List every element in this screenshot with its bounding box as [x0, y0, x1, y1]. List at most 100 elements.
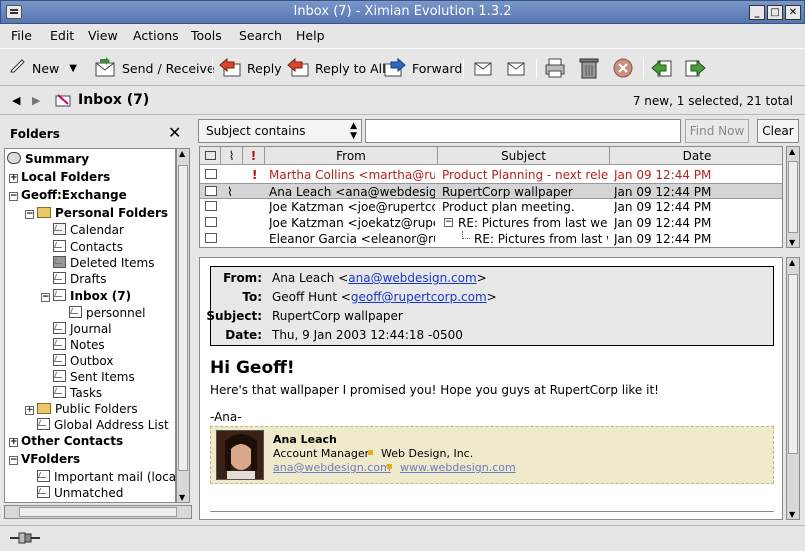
scroll-thumb[interactable]: [178, 165, 188, 471]
importance-column-header[interactable]: !: [243, 147, 265, 165]
scroll-up-icon[interactable]: ▲: [789, 147, 795, 156]
forward-button[interactable]: Forward: [384, 57, 462, 79]
sidebar-item-sent-items[interactable]: Sent Items: [53, 369, 135, 385]
delete-button[interactable]: [578, 57, 606, 79]
sidebar-item-journal[interactable]: Journal: [53, 321, 112, 337]
message-row[interactable]: Joe Katzman <joe@rupertcorp Product plan…: [200, 199, 782, 215]
expand-icon[interactable]: +: [9, 174, 18, 183]
sidebar-item-tasks[interactable]: Tasks: [53, 385, 102, 401]
scroll-thumb[interactable]: [788, 274, 798, 454]
clear-button[interactable]: Clear: [757, 119, 799, 143]
collapse-icon[interactable]: −: [9, 456, 18, 465]
from-email-link[interactable]: ana@webdesign.com: [348, 271, 476, 285]
message-row-selected[interactable]: ⌇ Ana Leach <ana@webdesign. RupertCorp w…: [200, 183, 782, 199]
folder-tree-scrollbar[interactable]: ▲ ▼: [176, 148, 190, 503]
scroll-down-icon[interactable]: ▼: [789, 510, 795, 519]
reply-all-button[interactable]: Reply to All: [287, 57, 386, 79]
envelope-icon: [205, 201, 217, 211]
status-column-header[interactable]: [200, 147, 221, 165]
sidebar-item-drafts[interactable]: Drafts: [53, 271, 107, 287]
message-list-scrollbar[interactable]: ▲ ▼: [786, 146, 800, 248]
folder-status: 7 new, 1 selected, 21 total: [632, 94, 793, 108]
expand-icon[interactable]: +: [25, 406, 34, 415]
sidebar-item-label: Outbox: [70, 354, 114, 368]
hscroll-thumb[interactable]: [19, 507, 177, 517]
arrow-right-icon: [684, 57, 706, 79]
menu-actions[interactable]: Actions: [133, 28, 179, 43]
sidebar-item-vfolders[interactable]: − VFolders: [9, 451, 80, 467]
sidebar-item-important-mail[interactable]: Important mail (local): [37, 469, 175, 485]
back-arrow-icon[interactable]: ◀: [12, 94, 20, 107]
menu-edit[interactable]: Edit: [50, 28, 74, 43]
print-button[interactable]: [544, 57, 572, 79]
thread-collapse-icon[interactable]: −: [444, 218, 453, 227]
subject-column-header[interactable]: Subject: [438, 147, 610, 165]
sidebar-item-unmatched[interactable]: Unmatched: [37, 485, 123, 501]
search-criteria-select[interactable]: Subject contains ▲ ▼: [198, 119, 362, 143]
sidebar-item-deleted-items[interactable]: Deleted Items: [53, 255, 154, 271]
reply-button[interactable]: Reply: [219, 57, 282, 79]
expand-icon[interactable]: +: [9, 438, 18, 447]
minimize-button[interactable]: _: [749, 5, 765, 20]
forward-arrow-icon[interactable]: ▶: [32, 94, 40, 107]
menu-file[interactable]: File: [11, 28, 32, 43]
from-column-header[interactable]: From: [265, 147, 438, 165]
preview-scrollbar[interactable]: ▲ ▼: [786, 257, 800, 520]
paperclip-icon: ⌇: [227, 185, 233, 199]
forward-label: Forward: [412, 60, 463, 76]
search-bar: Subject contains ▲ ▼ Find Now Clear: [198, 119, 803, 145]
address-book-icon: [37, 418, 50, 430]
send-receive-button[interactable]: Send / Receive: [94, 57, 215, 79]
sidebar-item-personal-folders[interactable]: − Personal Folders: [25, 205, 168, 221]
signature-website-link[interactable]: www.webdesign.com: [400, 461, 516, 474]
move-button[interactable]: [472, 57, 500, 79]
search-input[interactable]: [365, 119, 681, 143]
sidebar-item-inbox[interactable]: − Inbox (7): [41, 288, 131, 304]
menu-search[interactable]: Search: [239, 28, 282, 43]
scroll-down-icon[interactable]: ▼: [179, 493, 185, 502]
sidebar-item-personnel[interactable]: personnel: [69, 305, 145, 321]
copy-button[interactable]: [505, 57, 533, 79]
next-message-button[interactable]: [684, 57, 712, 79]
sidebar-item-other-contacts[interactable]: + Other Contacts: [9, 433, 123, 449]
collapse-icon[interactable]: −: [9, 192, 18, 201]
maximize-button[interactable]: □: [767, 5, 783, 20]
sidebar-item-public-folders[interactable]: + Public Folders: [25, 401, 138, 417]
signature-email-link[interactable]: ana@webdesign.com: [273, 461, 391, 474]
scroll-up-icon[interactable]: ▲: [789, 258, 795, 267]
sidebar-item-outbox[interactable]: Outbox: [53, 353, 113, 369]
message-row[interactable]: ! Martha Collins <martha@rupe Product Pl…: [200, 167, 782, 183]
folder-tree-hscrollbar[interactable]: [4, 505, 192, 519]
collapse-icon[interactable]: −: [41, 293, 50, 302]
sidebar-item-contacts[interactable]: Contacts: [53, 239, 123, 255]
menu-view[interactable]: View: [88, 28, 118, 43]
sidebar-item-notes[interactable]: Notes: [53, 337, 105, 353]
close-window-button[interactable]: ✕: [785, 5, 801, 20]
find-now-button[interactable]: Find Now: [685, 119, 749, 143]
sidebar-item-calendar[interactable]: Calendar: [53, 222, 124, 238]
signature-company: Web Design, Inc.: [381, 447, 474, 460]
chevron-down-icon[interactable]: ▼: [69, 63, 77, 74]
sidebar-item-global-address-list[interactable]: Global Address List: [37, 417, 169, 433]
message-row[interactable]: Eleanor Garcia <eleanor@rup RE: Pictures…: [200, 231, 782, 247]
online-status-icon[interactable]: [10, 532, 40, 547]
attachment-column-header[interactable]: ⌇: [221, 147, 243, 165]
date-column-header[interactable]: Date: [610, 147, 782, 165]
menu-help[interactable]: Help: [296, 28, 325, 43]
mail-folder-icon: [53, 322, 66, 334]
collapse-icon[interactable]: −: [25, 210, 34, 219]
previous-message-button[interactable]: [651, 57, 679, 79]
sidebar-item-local-folders[interactable]: + Local Folders: [9, 169, 110, 185]
message-row[interactable]: Joe Katzman <joekatz@rupert − RE: Pictur…: [200, 215, 782, 231]
to-email-link[interactable]: geoff@rupertcorp.com: [351, 290, 487, 304]
sidebar-item-geoff-exchange[interactable]: − Geoff:Exchange: [9, 187, 127, 203]
scroll-up-icon[interactable]: ▲: [179, 149, 185, 158]
reply-icon: [219, 57, 241, 79]
menu-tools[interactable]: Tools: [191, 28, 222, 43]
new-button[interactable]: New ▼: [10, 57, 77, 79]
close-folders-icon[interactable]: ✕: [168, 123, 181, 142]
scroll-thumb[interactable]: [788, 161, 798, 233]
stop-button[interactable]: [612, 57, 640, 79]
scroll-down-icon[interactable]: ▼: [789, 238, 795, 247]
sidebar-item-summary[interactable]: Summary: [7, 151, 89, 167]
